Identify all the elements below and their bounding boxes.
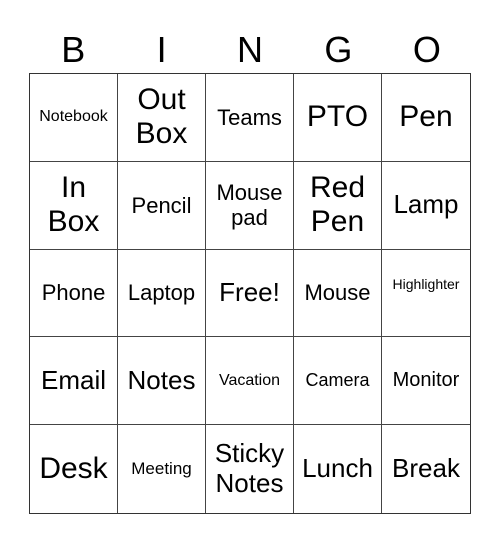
bingo-cell[interactable]: Mouse pad [206, 161, 294, 250]
bingo-cell[interactable]: Break [382, 425, 470, 513]
bingo-cell[interactable]: Laptop [118, 249, 206, 338]
bingo-cell[interactable]: Lunch [294, 425, 382, 513]
bingo-cell[interactable]: Red Pen [294, 161, 382, 250]
bingo-cell[interactable]: Monitor [382, 337, 470, 426]
bingo-cell[interactable]: Meeting [118, 425, 206, 513]
header-letter-b: B [61, 29, 86, 70]
header-letter-i: I [156, 29, 167, 70]
header-letter-g: G [324, 29, 353, 70]
bingo-cell[interactable]: Camera [294, 337, 382, 426]
bingo-grid: Notebook Out Box Teams PTO Pen In Box Pe… [29, 73, 471, 514]
bingo-cell[interactable]: Phone [30, 249, 118, 338]
bingo-cell[interactable]: Lamp [382, 162, 470, 250]
header-letter-o: O [412, 29, 441, 70]
bingo-header: B I N G O [29, 28, 471, 72]
bingo-cell[interactable]: In Box [30, 161, 118, 250]
bingo-cell[interactable]: Teams [206, 74, 294, 162]
bingo-cell[interactable]: Pencil [118, 161, 206, 250]
bingo-cell[interactable]: PTO [294, 74, 382, 162]
bingo-cell[interactable]: Desk [30, 425, 118, 513]
bingo-cell[interactable]: Sticky Notes [206, 425, 294, 513]
bingo-cell[interactable]: Mouse [294, 249, 382, 338]
bingo-cell[interactable]: Email [30, 337, 118, 426]
bingo-cell[interactable]: Vacation [206, 337, 294, 426]
header-letter-n: N [237, 29, 264, 70]
bingo-cell[interactable]: Highlighter [382, 250, 470, 338]
bingo-cell[interactable]: Out Box [118, 74, 206, 162]
bingo-cell[interactable]: Notebook [30, 74, 118, 162]
bingo-cell[interactable]: Pen [382, 74, 470, 162]
bingo-cell[interactable]: Notes [118, 337, 206, 426]
free-space-cell[interactable]: Free! [206, 249, 294, 338]
